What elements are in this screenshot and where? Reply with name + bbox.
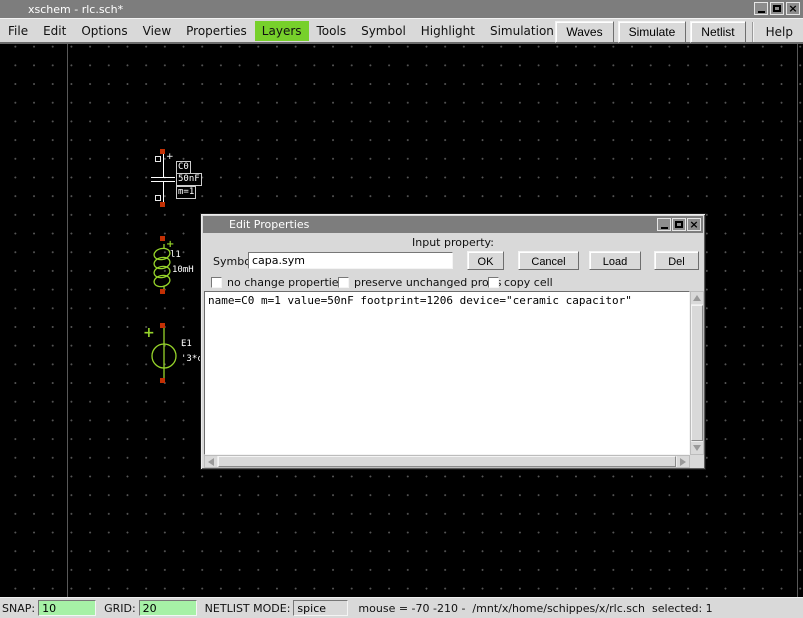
vertical-scrollbar[interactable] (690, 291, 704, 455)
preserve-unchanged-props-checkbox[interactable] (338, 277, 349, 288)
dialog-close-icon[interactable]: × (687, 218, 701, 231)
load-button[interactable]: Load (589, 251, 641, 270)
menu-symbol[interactable]: Symbol (354, 21, 413, 41)
xschem-window: xschem - rlc.sch* × File Edit Options Vi… (0, 0, 803, 618)
inductor-ref-label[interactable]: l1 (170, 250, 181, 261)
netlist-button[interactable]: Netlist (690, 21, 745, 43)
window-title: xschem - rlc.sch* (0, 3, 123, 16)
menu-layers[interactable]: Layers (255, 21, 309, 41)
pin-square (160, 289, 165, 294)
copy-cell-checkbox[interactable] (488, 277, 499, 288)
menu-highlight[interactable]: Highlight (414, 21, 482, 41)
menu-view[interactable]: View (136, 21, 178, 41)
vertical-scroll-thumb[interactable] (691, 305, 703, 441)
scroll-right-icon[interactable] (677, 456, 689, 467)
menubar: File Edit Options View Properties Layers… (0, 18, 803, 44)
mouse-coordinates-status: mouse = -70 -210 - /mnt/x/home/schippes/… (358, 602, 712, 615)
capacitor-mult-label[interactable]: m=1 (176, 186, 196, 199)
horizontal-scrollbar[interactable] (204, 455, 690, 468)
window-titlebar[interactable]: xschem - rlc.sch* × (0, 0, 803, 18)
snap-input[interactable] (38, 600, 96, 616)
menu-options[interactable]: Options (74, 21, 134, 41)
no-change-properties-label: no change properties (227, 276, 344, 289)
dialog-title: Edit Properties (203, 218, 309, 231)
cancel-button[interactable]: Cancel (518, 251, 579, 270)
close-icon[interactable]: × (786, 2, 800, 15)
menu-simulation[interactable]: Simulation (483, 21, 561, 41)
dialog-titlebar[interactable]: Edit Properties (203, 216, 703, 233)
inductor-value-label[interactable]: 10mH (172, 265, 194, 276)
sheet-boundary-line-left (67, 44, 68, 597)
no-change-properties-checkbox[interactable] (211, 277, 222, 288)
sheet-boundary-line-right (797, 44, 798, 597)
copy-cell-label: copy cell (504, 276, 553, 289)
menu-file[interactable]: File (1, 21, 35, 41)
capacitor-lead (163, 182, 164, 202)
menu-properties[interactable]: Properties (179, 21, 254, 41)
maximize-icon[interactable] (770, 2, 784, 15)
pin-box (155, 156, 161, 162)
ok-button[interactable]: OK (467, 251, 504, 270)
horizontal-scroll-thumb[interactable] (218, 456, 676, 467)
minimize-icon[interactable] (754, 2, 768, 15)
capacitor-lead (163, 154, 164, 177)
statusbar: SNAP: GRID: NETLIST MODE: mouse = -70 -2… (0, 597, 803, 618)
scroll-left-icon[interactable] (205, 456, 217, 467)
del-button[interactable]: Del (654, 251, 699, 270)
source-symbol (150, 324, 180, 386)
edit-properties-dialog: Edit Properties × Input property: Symbol… (200, 213, 706, 470)
property-textarea[interactable]: name=C0 m=1 value=50nF footprint=1206 de… (204, 291, 690, 455)
grid-label: GRID: (104, 602, 136, 615)
menu-help[interactable]: Help (760, 22, 799, 42)
capacitor-value-label[interactable]: 50nF (176, 173, 202, 186)
netlist-mode-input[interactable] (293, 600, 348, 616)
pin-square (160, 236, 165, 241)
source-ref-label[interactable]: E1 (181, 339, 192, 350)
menu-edit[interactable]: Edit (36, 21, 73, 41)
scroll-down-icon[interactable] (691, 442, 703, 454)
simulate-button[interactable]: Simulate (618, 21, 687, 43)
input-property-label: Input property: (201, 236, 705, 249)
dialog-maximize-icon[interactable] (672, 218, 686, 231)
pin-square (160, 202, 165, 207)
symbol-input[interactable] (248, 252, 453, 269)
scroll-up-icon[interactable] (691, 292, 703, 304)
capacitor-plate (151, 177, 175, 178)
grid-input[interactable] (139, 600, 197, 616)
snap-label: SNAP: (2, 602, 35, 615)
pin-box (155, 195, 161, 201)
waves-button[interactable]: Waves (555, 21, 613, 43)
menu-tools[interactable]: Tools (310, 21, 354, 41)
pin-square (160, 378, 165, 383)
menu-separator (752, 22, 754, 42)
dialog-minimize-icon[interactable] (657, 218, 671, 231)
polarity-plus: + (166, 152, 174, 162)
netlist-mode-label: NETLIST MODE: (205, 602, 291, 615)
preserve-unchanged-props-label: preserve unchanged props (354, 276, 501, 289)
